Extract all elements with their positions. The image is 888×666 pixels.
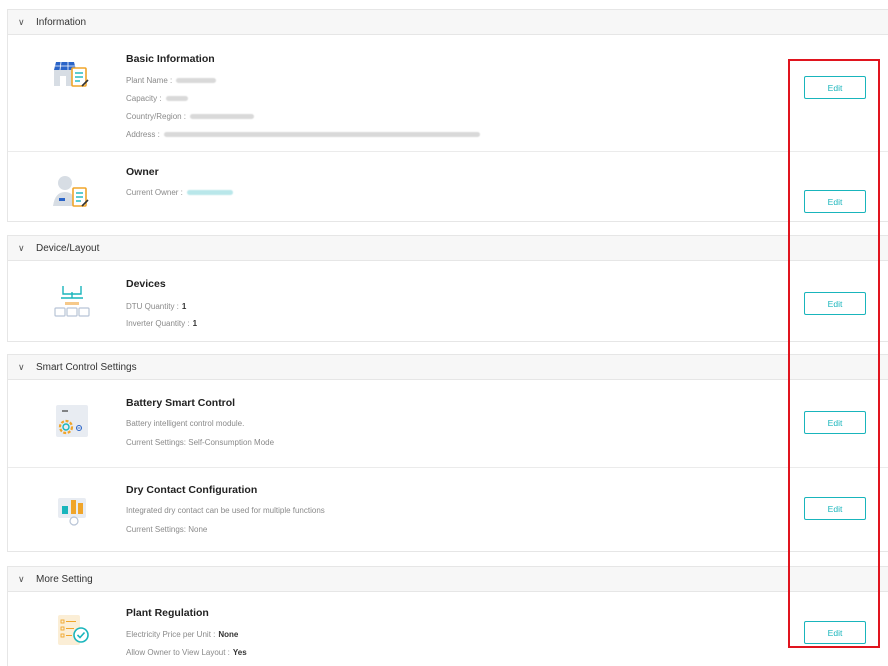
chevron-down-icon[interactable]: ∨ [18,574,30,585]
allow-owner-label: Allow Owner to View Layout : [126,648,230,657]
current-owner-label: Current Owner : [126,188,183,197]
basic-information-title: Basic Information [126,53,215,65]
dry-contact-current-settings: Current Settings: None [126,525,208,534]
dtu-quantity-line: DTU Quantity :1 [126,302,186,311]
current-owner-line: Current Owner : [126,188,233,197]
chevron-down-icon[interactable]: ∨ [18,362,30,373]
country-line: Country/Region : [126,112,255,121]
electricity-price-label: Electricity Price per Unit : [126,630,216,639]
owner-row: Owner Current Owner : Edit [8,152,888,222]
dry-contact-desc: Integrated dry contact can be used for m… [126,506,325,515]
information-header[interactable]: ∨ Information [8,10,888,35]
dry-contact-row: Dry Contact Configuration Integrated dry… [8,468,888,552]
battery-smart-control-title: Battery Smart Control [126,397,236,409]
more-setting-header[interactable]: ∨ More Setting [8,567,888,592]
plant-regulation-title: Plant Regulation [126,607,209,619]
more-setting-header-label: More Setting [36,573,93,585]
country-value [190,114,255,120]
battery-current-settings: Current Settings: Self-Consumption Mode [126,438,275,447]
capacity-line: Capacity : [126,94,188,103]
battery-gear-icon [52,405,92,441]
current-owner-value[interactable] [186,190,233,196]
electricity-price-line: Electricity Price per Unit : None [126,630,238,639]
allow-owner-line: Allow Owner to View Layout : Yes [126,648,247,657]
plant-name-label: Plant Name : [126,76,173,85]
owner-icon [52,174,92,210]
chevron-down-icon[interactable]: ∨ [18,243,30,254]
inverter-quantity-line: Inverter Quantity :1 [126,319,197,328]
battery-desc: Battery intelligent control module. [126,419,245,428]
plant-name-line: Plant Name : [126,76,217,85]
inverter-quantity-value: 1 [192,319,198,328]
capacity-label: Capacity : [126,94,162,103]
allow-owner-value: Yes [232,648,247,657]
dtu-quantity-label: DTU Quantity : [126,302,179,311]
highlight-box [788,59,880,648]
address-line: Address : [126,130,480,139]
devices-row: Devices DTU Quantity :1 Inverter Quantit… [8,262,888,342]
device-layout-section: ∨ Device/Layout Devices DTU Quantity :1 … [7,235,888,342]
address-value [163,132,480,138]
dry-contact-icon [52,492,92,528]
plant-info-icon [52,56,92,92]
chevron-down-icon[interactable]: ∨ [18,17,30,28]
devices-title: Devices [126,278,166,290]
smart-control-header[interactable]: ∨ Smart Control Settings [8,355,888,380]
country-label: Country/Region : [126,112,187,121]
information-section: ∨ Information Basic Information Plant Na… [7,9,888,222]
dry-contact-title: Dry Contact Configuration [126,484,258,496]
inverter-quantity-label: Inverter Quantity : [126,319,190,328]
information-header-label: Information [36,16,87,28]
capacity-value [165,96,188,102]
devices-icon [52,282,92,318]
dtu-quantity-value: 1 [181,302,187,311]
smart-control-header-label: Smart Control Settings [36,361,137,373]
owner-title: Owner [126,166,159,178]
electricity-price-value: None [218,630,239,639]
regulation-checklist-icon [52,613,92,649]
battery-smart-control-row: Battery Smart Control Battery intelligen… [8,381,888,467]
device-layout-header[interactable]: ∨ Device/Layout [8,236,888,261]
smart-control-section: ∨ Smart Control Settings Battery Smart C… [7,354,888,552]
address-label: Address : [126,130,160,139]
plant-name-value [176,78,217,84]
basic-information-row: Basic Information Plant Name : Capacity … [8,36,888,151]
more-setting-section: ∨ More Setting Plant Regulation Electric… [7,566,888,666]
device-layout-header-label: Device/Layout [36,242,100,254]
plant-regulation-row: Plant Regulation Electricity Price per U… [8,593,888,666]
